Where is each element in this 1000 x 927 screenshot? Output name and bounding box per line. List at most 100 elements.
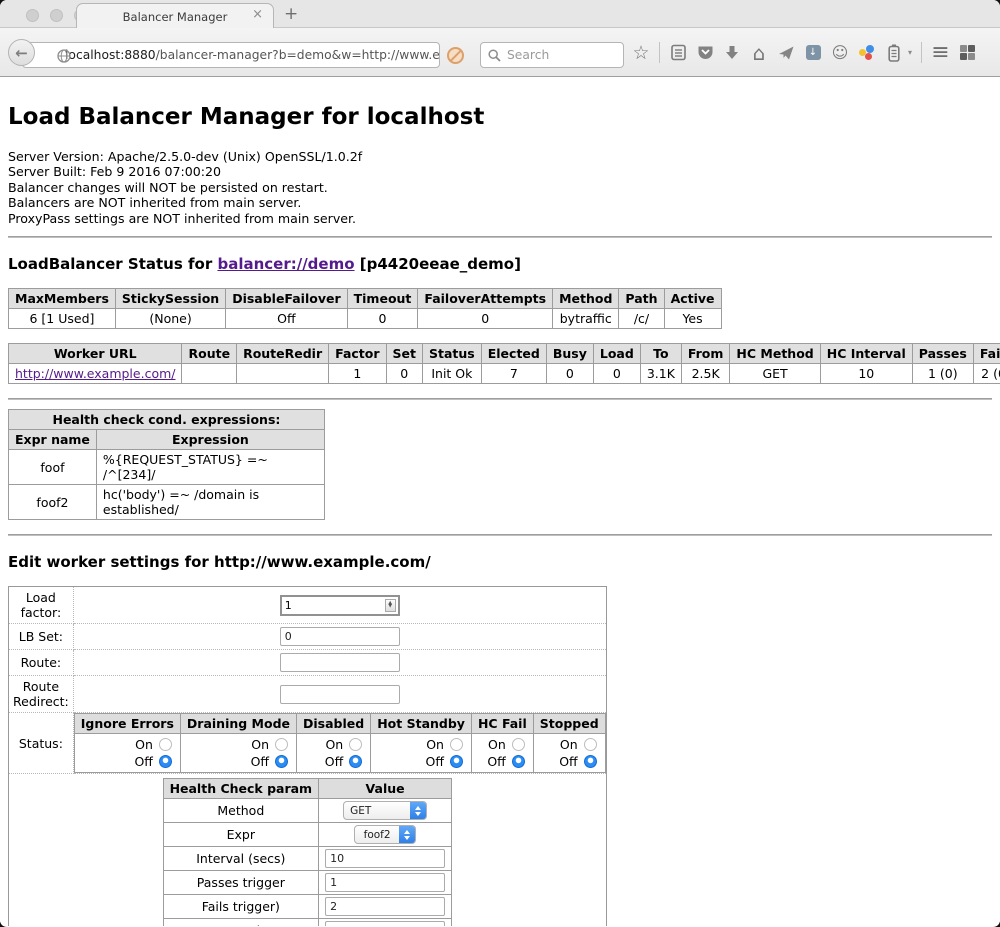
minimize-window-button[interactable] xyxy=(50,9,63,22)
back-button[interactable]: ← xyxy=(8,39,35,66)
hc-passes-input[interactable] xyxy=(325,873,445,892)
browser-window: Balancer Manager × + ← localhost:8880/ba… xyxy=(0,0,1000,927)
home-icon[interactable]: ⌂ xyxy=(750,43,768,63)
select-stepper-icon xyxy=(410,801,426,820)
toolbar-divider xyxy=(659,42,660,63)
form-row-health-check: Health Check param Value Method GET xyxy=(9,774,607,926)
table-row: foof %{REQUEST_STATUS} =~ /^[234]/ xyxy=(9,450,325,485)
chevron-down-icon[interactable]: ▾ xyxy=(908,48,912,57)
cell-stickysession: (None) xyxy=(115,309,225,329)
draining-mode-off-radio[interactable] xyxy=(275,755,288,768)
disabled-off-radio[interactable] xyxy=(349,755,362,768)
search-bar[interactable]: Search xyxy=(480,42,624,68)
health-check-table: Health Check param Value Method GET xyxy=(163,778,453,926)
close-window-button[interactable] xyxy=(26,9,39,22)
col-passes: Passes xyxy=(912,344,973,364)
col-routeredir: RouteRedir xyxy=(237,344,329,364)
stopped-on-radio[interactable] xyxy=(584,738,597,751)
smiley-extension-icon[interactable]: ☺ xyxy=(831,43,849,63)
off-label: Off xyxy=(251,754,269,769)
hc-uri-label: HC uri xyxy=(163,919,319,926)
col-hot-standby: Hot Standby xyxy=(371,714,472,734)
hc-expr-select[interactable]: foof2 xyxy=(354,825,416,844)
hot-standby-on-radio[interactable] xyxy=(450,738,463,751)
url-domain: localhost:8880 xyxy=(65,48,156,62)
cell-active: Yes xyxy=(664,309,721,329)
cell-passes: 1 (0) xyxy=(912,364,973,384)
cell-path: /c/ xyxy=(619,309,664,329)
table-header-row: Health Check param Value xyxy=(163,779,452,799)
menu-hamburger-icon[interactable]: ≡ xyxy=(931,43,949,63)
cell-expr-name: foof2 xyxy=(9,485,97,520)
tab-close-icon[interactable]: × xyxy=(252,8,263,21)
tab-balancer-manager[interactable]: Balancer Manager × xyxy=(76,3,274,29)
tab-title: Balancer Manager xyxy=(123,10,228,24)
search-placeholder: Search xyxy=(507,48,549,62)
cell-elected: 7 xyxy=(481,364,546,384)
reading-list-icon[interactable] xyxy=(669,43,687,63)
load-factor-field[interactable] xyxy=(282,599,385,612)
globe-icon xyxy=(57,49,71,63)
new-tab-button[interactable]: + xyxy=(284,4,298,24)
load-factor-input[interactable]: ▲▼ xyxy=(280,595,400,616)
hot-standby-off-radio[interactable] xyxy=(450,755,463,768)
table-header-row: Worker URL Route RouteRedir Factor Set S… xyxy=(9,344,1000,364)
worker-url-link[interactable]: http://www.example.com/ xyxy=(15,366,175,381)
on-label: On xyxy=(426,737,444,752)
form-row-load-factor: Load factor: ▲▼ xyxy=(9,587,607,624)
heading-suffix: [p4420eeae_demo] xyxy=(355,255,521,273)
content-blocker-icon[interactable] xyxy=(447,47,464,64)
cell-status: Init Ok xyxy=(423,364,482,384)
stopped-off-radio[interactable] xyxy=(584,755,597,768)
select-stepper-icon xyxy=(399,825,415,844)
hc-method-value: GET xyxy=(344,805,410,817)
on-label: On xyxy=(560,737,578,752)
route-redirect-input[interactable] xyxy=(280,685,400,704)
cell-maxmembers: 6 [1 Used] xyxy=(9,309,116,329)
form-row-status: Status: Ignore Errors Draining Mode Disa… xyxy=(9,713,607,774)
ignore-errors-on-radio[interactable] xyxy=(159,738,172,751)
page-content: Load Balancer Manager for localhost Serv… xyxy=(0,77,1000,926)
edit-worker-heading: Edit worker settings for http://www.exam… xyxy=(8,553,992,571)
disabled-on-radio[interactable] xyxy=(349,738,362,751)
on-label: On xyxy=(325,737,343,752)
number-stepper-icon[interactable]: ▲▼ xyxy=(385,599,396,612)
battery-extension-icon[interactable] xyxy=(885,43,903,63)
bookmark-star-icon[interactable]: ☆ xyxy=(632,43,650,63)
hc-uri-input[interactable] xyxy=(325,921,445,926)
table-header-row: Expr name Expression xyxy=(9,430,325,450)
url-path: /balancer-manager?b=demo&w=http://www.ex… xyxy=(156,48,440,62)
send-tab-icon[interactable] xyxy=(777,43,795,63)
col-stickysession: StickySession xyxy=(115,289,225,309)
status-radio-row: On Off On Off On Off xyxy=(74,734,605,773)
cell-expression: %{REQUEST_STATUS} =~ /^[234]/ xyxy=(96,450,324,485)
tiles-extension-icon[interactable] xyxy=(958,43,976,63)
hc-expr-value: foof2 xyxy=(355,829,399,841)
extension-square-icon[interactable]: ↓ xyxy=(804,43,822,63)
downloads-icon[interactable] xyxy=(723,43,741,63)
colorful-extension-icon[interactable] xyxy=(858,43,876,63)
url-bar[interactable]: localhost:8880/balancer-manager?b=demo&w… xyxy=(22,42,440,68)
heading-prefix: LoadBalancer Status for xyxy=(8,255,217,273)
hc-interval-input[interactable] xyxy=(325,849,445,868)
col-route: Route xyxy=(182,344,237,364)
hc-fail-on-radio[interactable] xyxy=(512,738,525,751)
cell-busy: 0 xyxy=(546,364,593,384)
cell-fails: 2 (0) xyxy=(973,364,1000,384)
server-version-line: Server Version: Apache/2.5.0-dev (Unix) … xyxy=(8,149,992,164)
hc-method-select[interactable]: GET xyxy=(343,801,427,820)
route-redirect-label: Route Redirect: xyxy=(9,676,74,713)
pocket-icon[interactable] xyxy=(696,43,714,63)
expression-table-title: Health check cond. expressions: xyxy=(9,410,325,430)
lb-set-input[interactable] xyxy=(280,627,400,646)
route-input[interactable] xyxy=(280,653,400,672)
draining-mode-on-radio[interactable] xyxy=(275,738,288,751)
balancer-demo-link[interactable]: balancer://demo xyxy=(217,255,354,273)
hc-fails-input[interactable] xyxy=(325,897,445,916)
cell-load: 0 xyxy=(593,364,640,384)
col-hc-fail: HC Fail xyxy=(471,714,533,734)
hc-fail-off-radio[interactable] xyxy=(512,755,525,768)
ignore-errors-off-radio[interactable] xyxy=(159,755,172,768)
col-elected: Elected xyxy=(481,344,546,364)
worker-status-table: Worker URL Route RouteRedir Factor Set S… xyxy=(8,343,1000,384)
